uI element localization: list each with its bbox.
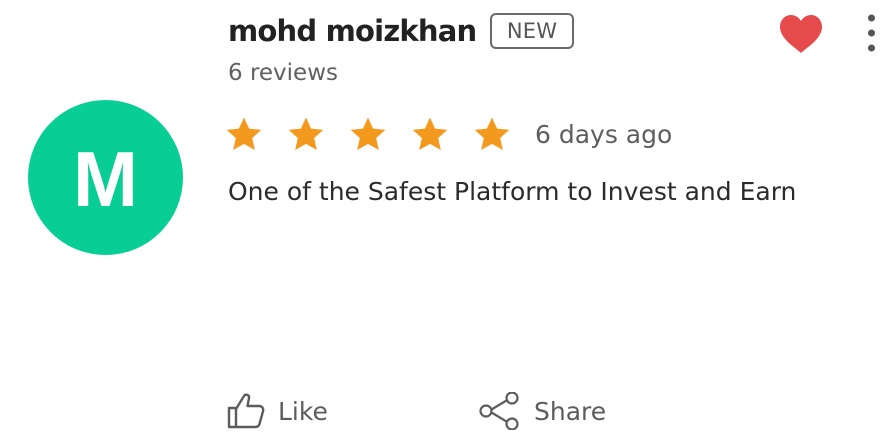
star-icon <box>474 117 510 150</box>
avatar-initial: M <box>73 134 138 223</box>
like-label: Like <box>278 396 328 426</box>
review-count: 6 reviews <box>228 60 338 86</box>
thumbs-up-icon <box>227 393 265 429</box>
review-date: 6 days ago <box>535 120 673 149</box>
star-icon <box>288 117 324 150</box>
reviewer-name[interactable]: mohd moizkhan <box>228 14 477 48</box>
star-rating <box>224 115 512 155</box>
share-button[interactable]: Share <box>478 392 606 430</box>
more-vertical-icon[interactable] <box>862 11 881 59</box>
star-icon <box>412 117 448 150</box>
new-badge: NEW <box>490 13 574 49</box>
star-icon <box>350 117 386 150</box>
heart-icon[interactable] <box>778 14 824 54</box>
review-text: One of the Safest Platform to Invest and… <box>228 177 797 206</box>
like-button[interactable]: Like <box>226 392 328 430</box>
avatar[interactable]: M <box>28 100 183 255</box>
share-icon <box>479 392 519 430</box>
share-label: Share <box>534 396 607 426</box>
star-icon <box>226 117 262 150</box>
